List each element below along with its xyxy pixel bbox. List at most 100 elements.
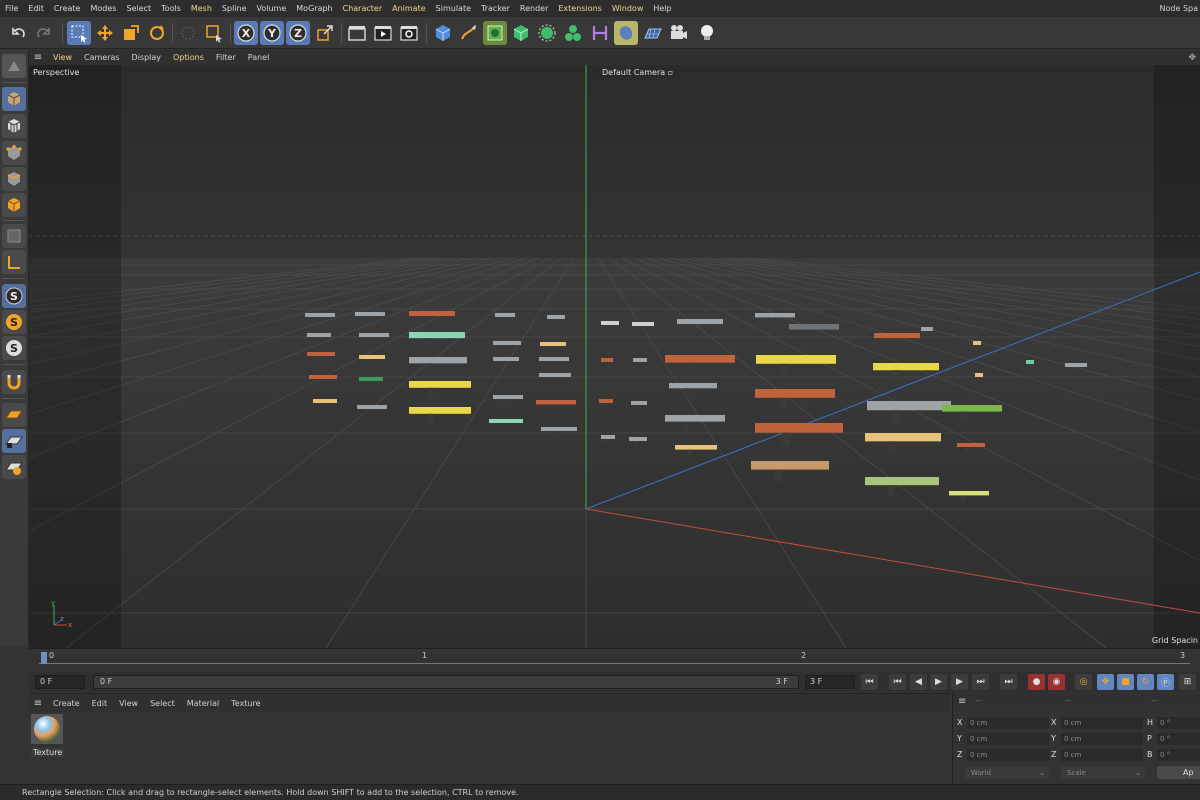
previous-frame-button[interactable]: ◀ (910, 674, 927, 690)
apply-button[interactable]: Ap (1157, 766, 1200, 779)
scale-tool-button[interactable] (119, 21, 143, 45)
lock-workplane-button[interactable] (2, 429, 26, 453)
snap-tool-button[interactable] (176, 21, 200, 45)
end-frame-field[interactable]: 3 F (805, 675, 855, 689)
live-selection-button[interactable] (202, 21, 226, 45)
texture-mode-button[interactable] (2, 114, 26, 138)
key-parameter-button[interactable]: Ⓟ (1157, 674, 1174, 690)
render-view-button[interactable] (345, 21, 369, 45)
perspective-viewport[interactable]: y z x Perspective Default Camera ▫ Grid … (29, 65, 1200, 648)
menu-edit[interactable]: Edit (23, 0, 49, 17)
coord-value-field[interactable]: 0 cm (1061, 717, 1143, 729)
next-frame-button[interactable]: ▶ (951, 674, 968, 690)
subdivision-surface-button[interactable] (483, 21, 507, 45)
material-menu-view[interactable]: View (113, 699, 144, 708)
menu-help[interactable]: Help (648, 0, 676, 17)
menu-file[interactable]: File (0, 0, 23, 17)
viewport-menu-panel[interactable]: Panel (242, 50, 276, 65)
menu-create[interactable]: Create (49, 0, 86, 17)
viewport-menu-display[interactable]: Display (126, 50, 168, 65)
pen-spline-button[interactable] (457, 21, 481, 45)
cloner-button[interactable] (535, 21, 559, 45)
redo-button[interactable] (32, 21, 56, 45)
material-name-label[interactable]: Texture (31, 748, 65, 757)
menu-extensions[interactable]: Extensions (553, 0, 606, 17)
menu-simulate[interactable]: Simulate (431, 0, 476, 17)
floor-button[interactable] (641, 21, 665, 45)
frame-range-slider[interactable]: 0 F 3 F (93, 675, 799, 689)
key-pla-button[interactable]: ⊞ (1179, 674, 1196, 690)
light-button[interactable] (695, 21, 719, 45)
material-preview-sphere[interactable] (31, 714, 63, 744)
go-to-end-button[interactable]: ⏭ (1000, 674, 1017, 690)
viewport-menu-view[interactable]: View (47, 50, 78, 65)
extrude-button[interactable] (509, 21, 533, 45)
edges-mode-button[interactable] (2, 167, 26, 191)
snapping-button[interactable]: S (2, 284, 26, 308)
camera-button[interactable] (667, 21, 691, 45)
floor-grid-button[interactable] (2, 403, 26, 427)
coord-value-field[interactable]: 0 cm (967, 733, 1049, 745)
menu-mesh[interactable]: Mesh (186, 0, 217, 17)
polygons-mode-button[interactable] (2, 193, 26, 217)
key-rotation-button[interactable]: ↻ (1137, 674, 1154, 690)
viewport-menu-filter[interactable]: Filter (210, 50, 242, 65)
y-axis-lock-button[interactable]: Y (260, 21, 284, 45)
start-frame-field[interactable]: 0 F (35, 675, 85, 689)
viewport-menu-options[interactable]: Options (167, 50, 210, 65)
snap-settings-button[interactable]: S (2, 310, 26, 334)
material-menu-edit[interactable]: Edit (86, 699, 114, 708)
menu-volume[interactable]: Volume (252, 0, 292, 17)
autokey-button[interactable]: ◉ (1048, 674, 1065, 690)
quantize-button[interactable]: S (2, 336, 26, 360)
rotate-tool-button[interactable] (145, 21, 169, 45)
cube-object-button[interactable] (431, 21, 455, 45)
coordinates-hamburger-icon[interactable]: ≡ (958, 696, 966, 707)
coord-value-field[interactable]: 0 ° (1157, 717, 1200, 729)
active-camera-label[interactable]: Default Camera ▫ (599, 68, 677, 77)
deformer-button[interactable] (588, 21, 612, 45)
render-settings-button[interactable] (397, 21, 421, 45)
points-mode-button[interactable] (2, 141, 26, 165)
field-button[interactable] (614, 21, 638, 45)
coord-value-field[interactable]: 0 ° (1157, 749, 1200, 761)
menu-modes[interactable]: Modes (85, 0, 121, 17)
menu-window[interactable]: Window (607, 0, 649, 17)
z-axis-lock-button[interactable]: Z (286, 21, 310, 45)
go-to-start-button[interactable]: ⏮ (861, 674, 878, 690)
viewport-hamburger-icon[interactable]: ≡ (29, 52, 47, 63)
next-key-button[interactable]: ⏭ (972, 674, 989, 690)
viewport-maximize-icon[interactable]: ✥ (1188, 53, 1196, 63)
menu-spline[interactable]: Spline (217, 0, 252, 17)
viewport-menu-cameras[interactable]: Cameras (78, 50, 126, 65)
x-axis-lock-button[interactable]: X (234, 21, 258, 45)
coord-value-field[interactable]: 0 cm (967, 717, 1049, 729)
transform-mode-select[interactable]: Scale ⌄ (1061, 767, 1145, 779)
material-menu-select[interactable]: Select (144, 699, 181, 708)
menu-tracker[interactable]: Tracker (476, 0, 515, 17)
layout-switcher[interactable]: Node Spa (1160, 0, 1198, 17)
render-to-picture-viewer-button[interactable] (371, 21, 395, 45)
coordinate-system-select[interactable]: World ⌄ (965, 767, 1049, 779)
coord-value-field[interactable]: 0 cm (1061, 749, 1143, 761)
menu-render[interactable]: Render (515, 0, 553, 17)
menu-animate[interactable]: Animate (387, 0, 431, 17)
keyframe-selection-button[interactable]: ◎ (1075, 674, 1092, 690)
mograph-button[interactable] (561, 21, 585, 45)
material-menu-texture[interactable]: Texture (225, 699, 266, 708)
uv-mode-button[interactable] (2, 224, 26, 248)
model-mode-button[interactable] (2, 87, 26, 111)
key-scale-button[interactable]: ■ (1117, 674, 1134, 690)
move-tool-button[interactable] (93, 21, 117, 45)
menu-mograph[interactable]: MoGraph (291, 0, 337, 17)
record-keys-button[interactable]: ● (1028, 674, 1045, 690)
material-hamburger-icon[interactable]: ≡ (29, 698, 47, 709)
undo-button[interactable] (6, 21, 30, 45)
planar-workplane-button[interactable] (2, 455, 26, 479)
menu-character[interactable]: Character (338, 0, 388, 17)
workplane-button[interactable] (2, 250, 26, 274)
previous-key-button[interactable]: ⏮ (889, 674, 906, 690)
material-menu-material[interactable]: Material (181, 699, 226, 708)
play-button[interactable]: ▶ (930, 674, 947, 690)
coordinate-system-button[interactable] (313, 21, 337, 45)
